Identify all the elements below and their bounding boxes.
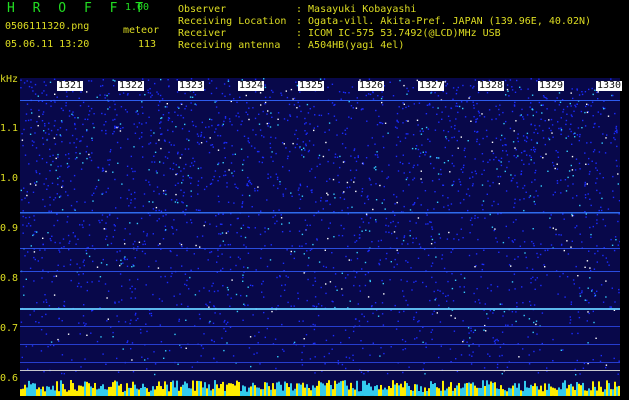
x-tick-label: 1328 [478,80,505,91]
x-tick-label: 1325 [298,80,325,91]
spectrogram-noise [20,78,620,396]
x-tick-label: 1323 [178,80,205,91]
location-value: : Ogata-vill. Akita-Pref. JAPAN (139.96E… [296,16,592,27]
y-tick-label: 1.1 [0,123,19,134]
receiver-label: Receiver [178,28,227,39]
mode-label: meteor [123,25,160,36]
x-tick-label: 1329 [538,80,565,91]
y-tick-label: 0.7 [0,323,19,334]
y-tick-label: 0.9 [0,223,19,234]
observer-label: Observer [178,4,227,15]
x-tick-label: 1321 [57,80,84,91]
observer-value: : Masayuki Kobayashi [296,4,417,15]
count-label: 113 [138,39,157,50]
datetime-label: 05.06.11 13:20 [5,39,90,50]
x-tick-label: 1324 [238,80,265,91]
y-tick-label: 0.8 [0,273,19,284]
x-tick-label: 1330 [596,80,623,91]
x-tick-label: 1327 [418,80,445,91]
antenna-label: Receiving antenna [178,40,281,51]
filename-label: 0506111320.png [5,21,90,32]
x-tick-label: 1326 [358,80,385,91]
y-unit-label: kHz [0,74,19,85]
spectrogram-canvas [20,78,620,396]
location-label: Receiving Location [178,16,287,27]
x-tick-label: 1322 [118,80,145,91]
spectrogram-panel [20,78,620,396]
y-tick-label: 0.6 [0,373,19,384]
app-version: 1.00 [125,2,150,13]
antenna-value: : A504HB(yagi 4el) [296,40,405,51]
receiver-value: : ICOM IC-575 53.7492(@LCD)MHz USB [296,28,501,39]
y-tick-label: 1.0 [0,173,19,184]
